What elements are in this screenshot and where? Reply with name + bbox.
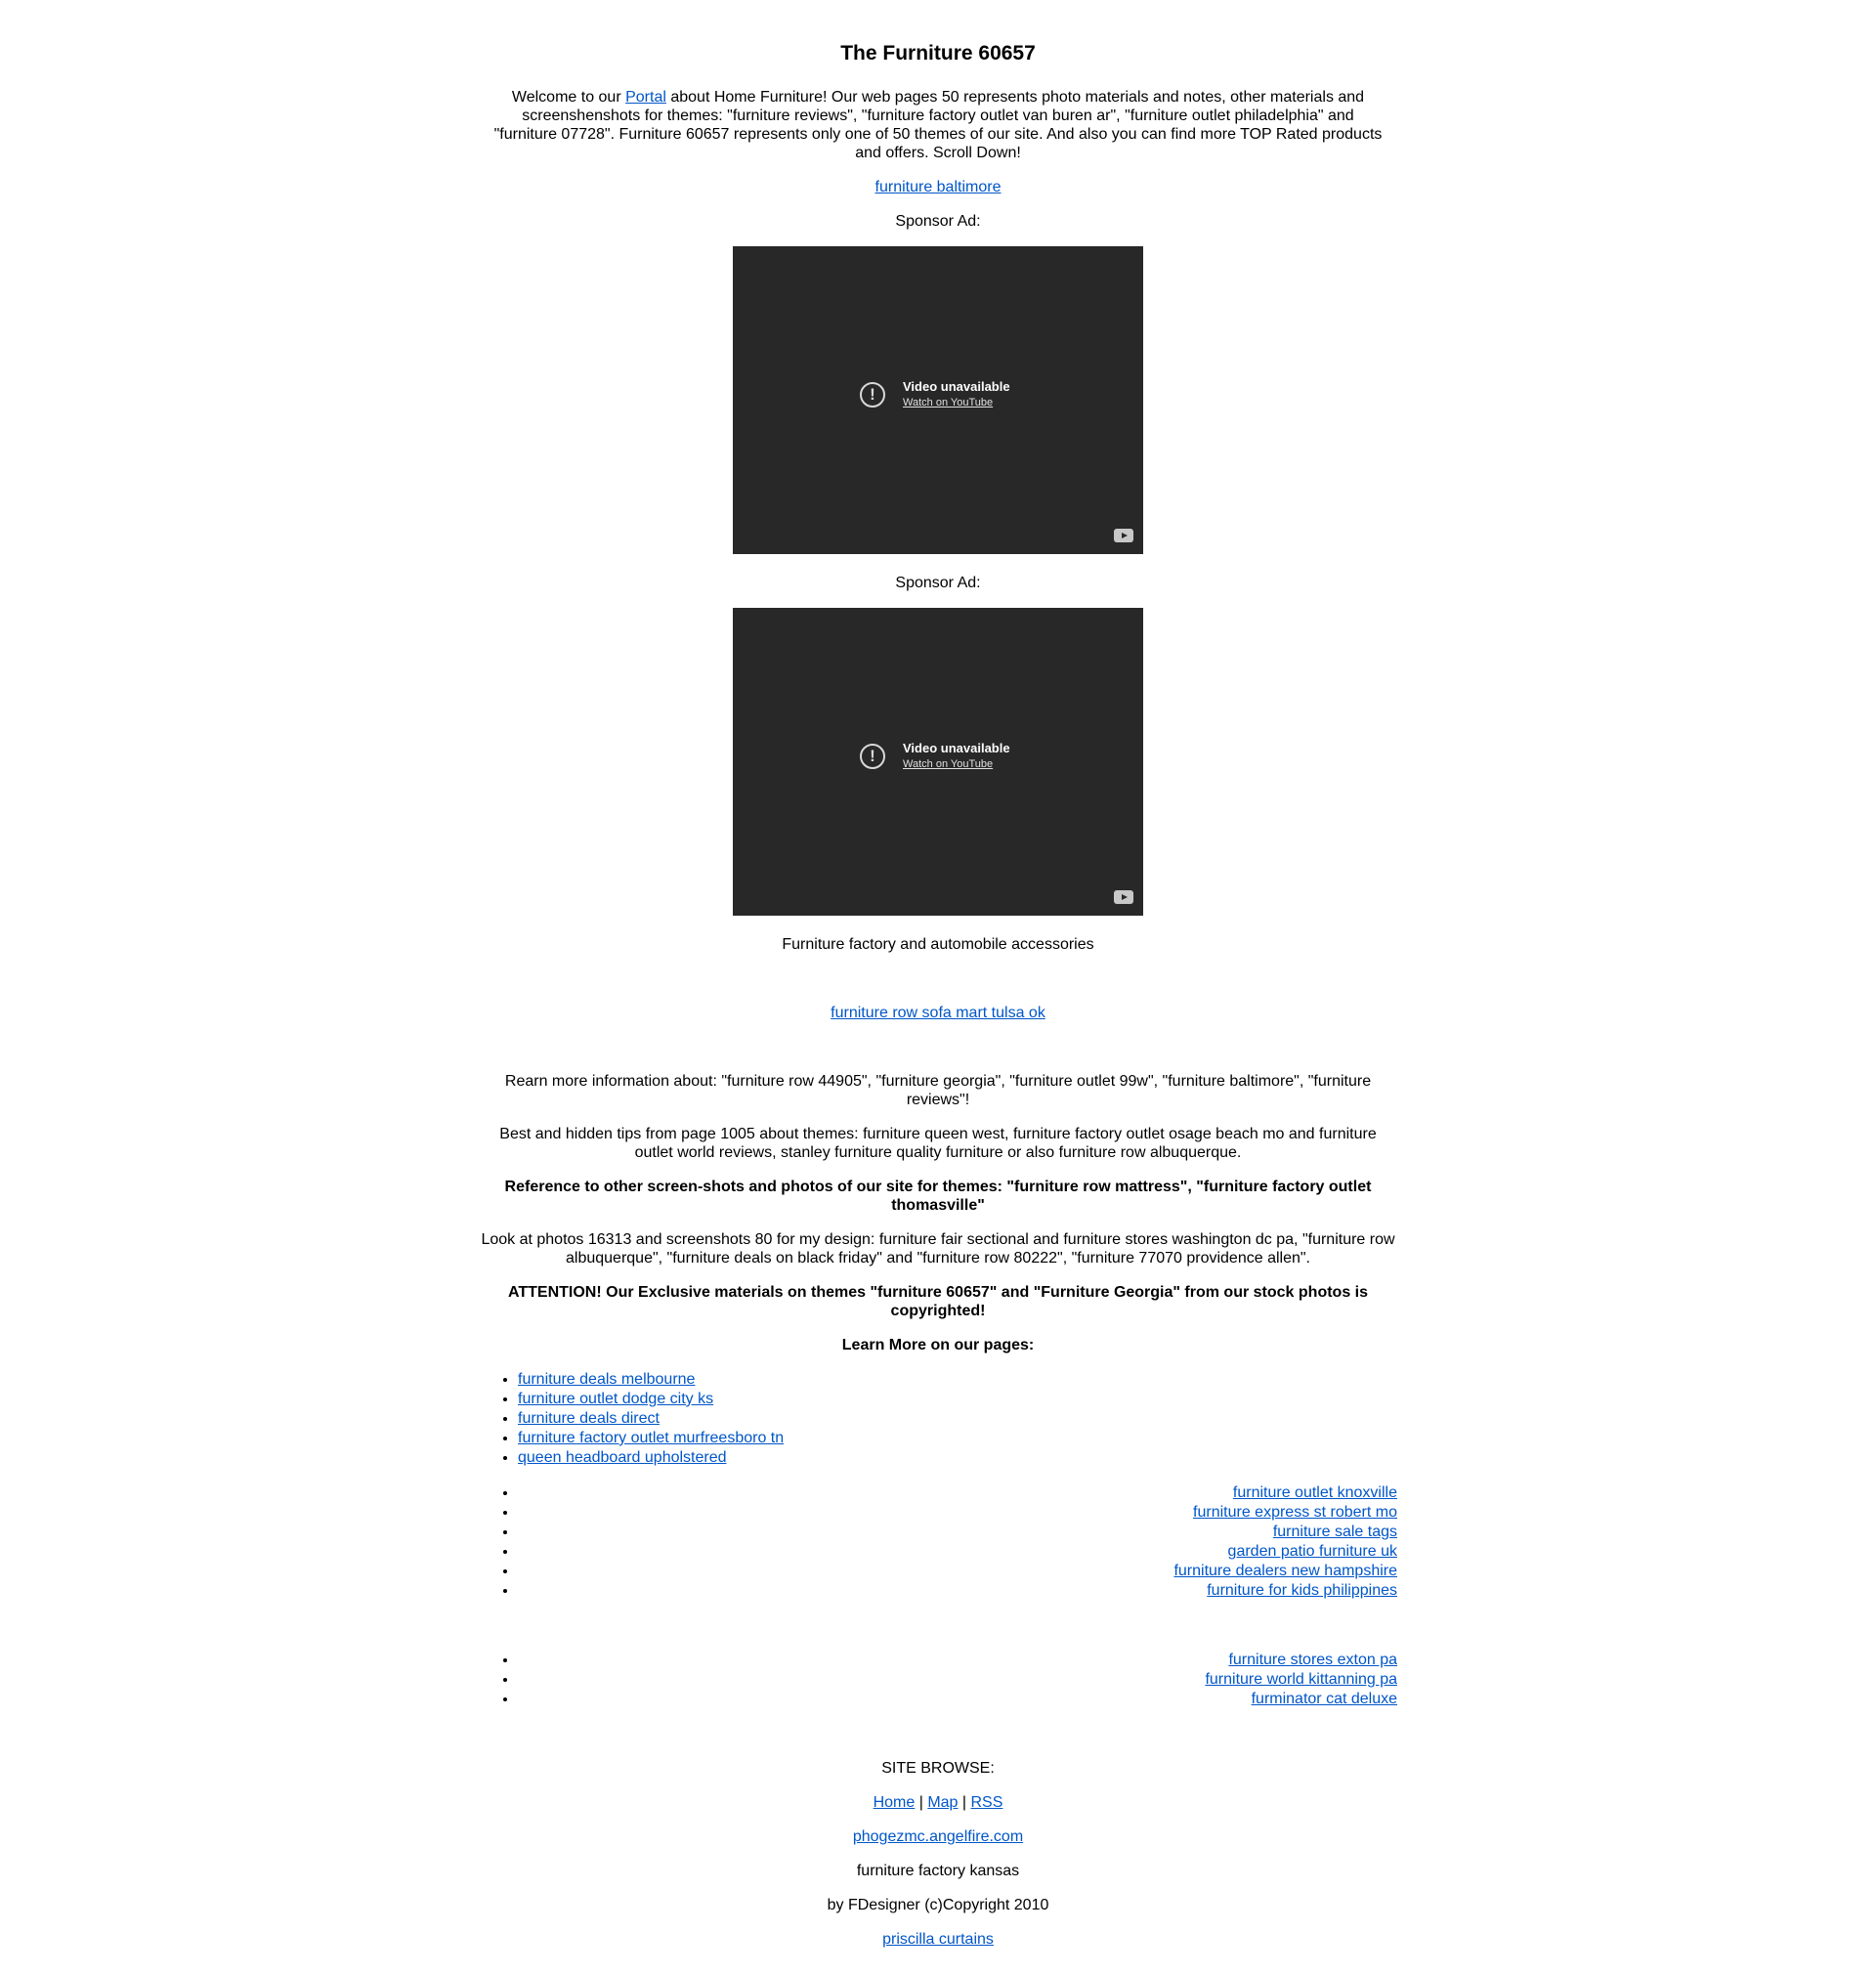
list-link[interactable]: furniture stores exton pa (1228, 1652, 1397, 1668)
list-item: furniture factory outlet murfreesboro tn (518, 1429, 1397, 1448)
list-link[interactable]: garden patio furniture uk (1228, 1543, 1397, 1560)
video-embed-2[interactable]: ! Video unavailable Watch on YouTube (733, 608, 1143, 916)
domain-link[interactable]: phogezmc.angelfire.com (853, 1828, 1023, 1845)
intro-paragraph: Welcome to our Portal about Home Furnitu… (479, 88, 1397, 162)
intro-prefix: Welcome to our (511, 89, 626, 106)
nav-separator: | (958, 1794, 971, 1811)
copyright-text: by FDesigner (c)Copyright 2010 (827, 1897, 1049, 1913)
list-link[interactable]: furniture outlet dodge city ks (518, 1391, 713, 1407)
sponsor-label: Sponsor Ad: (895, 213, 981, 230)
nav-separator: | (915, 1794, 928, 1811)
list-link[interactable]: furniture sale tags (1273, 1524, 1397, 1540)
page-title: The Furniture 60657 (840, 42, 1036, 64)
list-link[interactable]: furniture outlet knoxville (1233, 1484, 1397, 1501)
list-link[interactable]: furniture deals direct (518, 1410, 660, 1427)
list-item: furniture outlet dodge city ks (518, 1390, 1397, 1409)
footer-last-link[interactable]: priscilla curtains (882, 1931, 994, 1948)
list-item: furniture stores exton pa (518, 1651, 1397, 1670)
list-link[interactable]: furminator cat deluxe (1252, 1691, 1397, 1707)
reference-paragraph: Reference to other screen-shots and phot… (504, 1179, 1372, 1214)
footer-tagline: furniture factory kansas (856, 1863, 1020, 1879)
map-link[interactable]: Map (927, 1794, 958, 1811)
list-item: furniture deals direct (518, 1409, 1397, 1429)
mid-link[interactable]: furniture row sofa mart tulsa ok (831, 1005, 1045, 1021)
alert-circle-icon: ! (860, 381, 885, 408)
list-link[interactable]: furniture deals melbourne (518, 1371, 695, 1388)
footer-nav: Home | Map | RSS (479, 1793, 1397, 1812)
list-item: furniture dealers new hampshire (518, 1562, 1397, 1581)
top-link[interactable]: furniture baltimore (875, 179, 1002, 195)
list-link[interactable]: queen headboard upholstered (518, 1449, 727, 1466)
list-link[interactable]: furniture factory outlet murfreesboro tn (518, 1430, 784, 1446)
learn-more-heading: Learn More on our pages: (841, 1337, 1035, 1353)
caption-text: Furniture factory and automobile accesso… (782, 936, 1094, 953)
rss-link[interactable]: RSS (971, 1794, 1003, 1811)
attention-paragraph: ATTENTION! Our Exclusive materials on th… (508, 1284, 1368, 1319)
video-title: Video unavailable (903, 741, 1010, 755)
youtube-logo-icon[interactable] (1114, 529, 1133, 542)
list-item: furniture express st robert mo (518, 1503, 1397, 1523)
video-embed-1[interactable]: ! Video unavailable Watch on YouTube (733, 246, 1143, 554)
rearn-paragraph: Rearn more information about: "furniture… (504, 1073, 1372, 1108)
list-item: queen headboard upholstered (518, 1448, 1397, 1468)
page-content: The Furniture 60657 Welcome to our Porta… (479, 0, 1397, 1949)
list-link[interactable]: furniture for kids philippines (1207, 1582, 1397, 1599)
list-item: furniture outlet knoxville (518, 1483, 1397, 1503)
list-item: garden patio furniture uk (518, 1542, 1397, 1562)
alert-circle-icon: ! (860, 743, 885, 769)
list-item: furniture deals melbourne (518, 1370, 1397, 1390)
list-item: furniture for kids philippines (518, 1581, 1397, 1601)
list-link[interactable]: furniture dealers new hampshire (1173, 1563, 1397, 1579)
video-message: ! Video unavailable Watch on YouTube (860, 378, 1010, 410)
portal-link[interactable]: Portal (625, 89, 666, 106)
site-browse-label: SITE BROWSE: (881, 1760, 995, 1777)
link-list-right-1: furniture outlet knoxville furniture exp… (479, 1483, 1397, 1601)
list-item: furniture world kittanning pa (518, 1670, 1397, 1690)
tips-paragraph: Best and hidden tips from page 1005 abou… (499, 1126, 1377, 1161)
watch-on-youtube-link[interactable]: Watch on YouTube (903, 756, 1010, 772)
list-item: furniture sale tags (518, 1523, 1397, 1542)
link-list-left: furniture deals melbourne furniture outl… (479, 1370, 1397, 1468)
list-link[interactable]: furniture world kittanning pa (1205, 1671, 1397, 1688)
watch-on-youtube-link[interactable]: Watch on YouTube (903, 395, 1010, 410)
list-link[interactable]: furniture express st robert mo (1193, 1504, 1397, 1521)
list-item: furminator cat deluxe (518, 1690, 1397, 1709)
video-message: ! Video unavailable Watch on YouTube (860, 740, 1010, 772)
youtube-logo-icon[interactable] (1114, 890, 1133, 904)
sponsor-label: Sponsor Ad: (895, 575, 981, 591)
home-link[interactable]: Home (874, 1794, 916, 1811)
link-list-right-2: furniture stores exton pa furniture worl… (479, 1651, 1397, 1709)
video-title: Video unavailable (903, 379, 1010, 394)
look-paragraph: Look at photos 16313 and screenshots 80 … (481, 1231, 1395, 1267)
